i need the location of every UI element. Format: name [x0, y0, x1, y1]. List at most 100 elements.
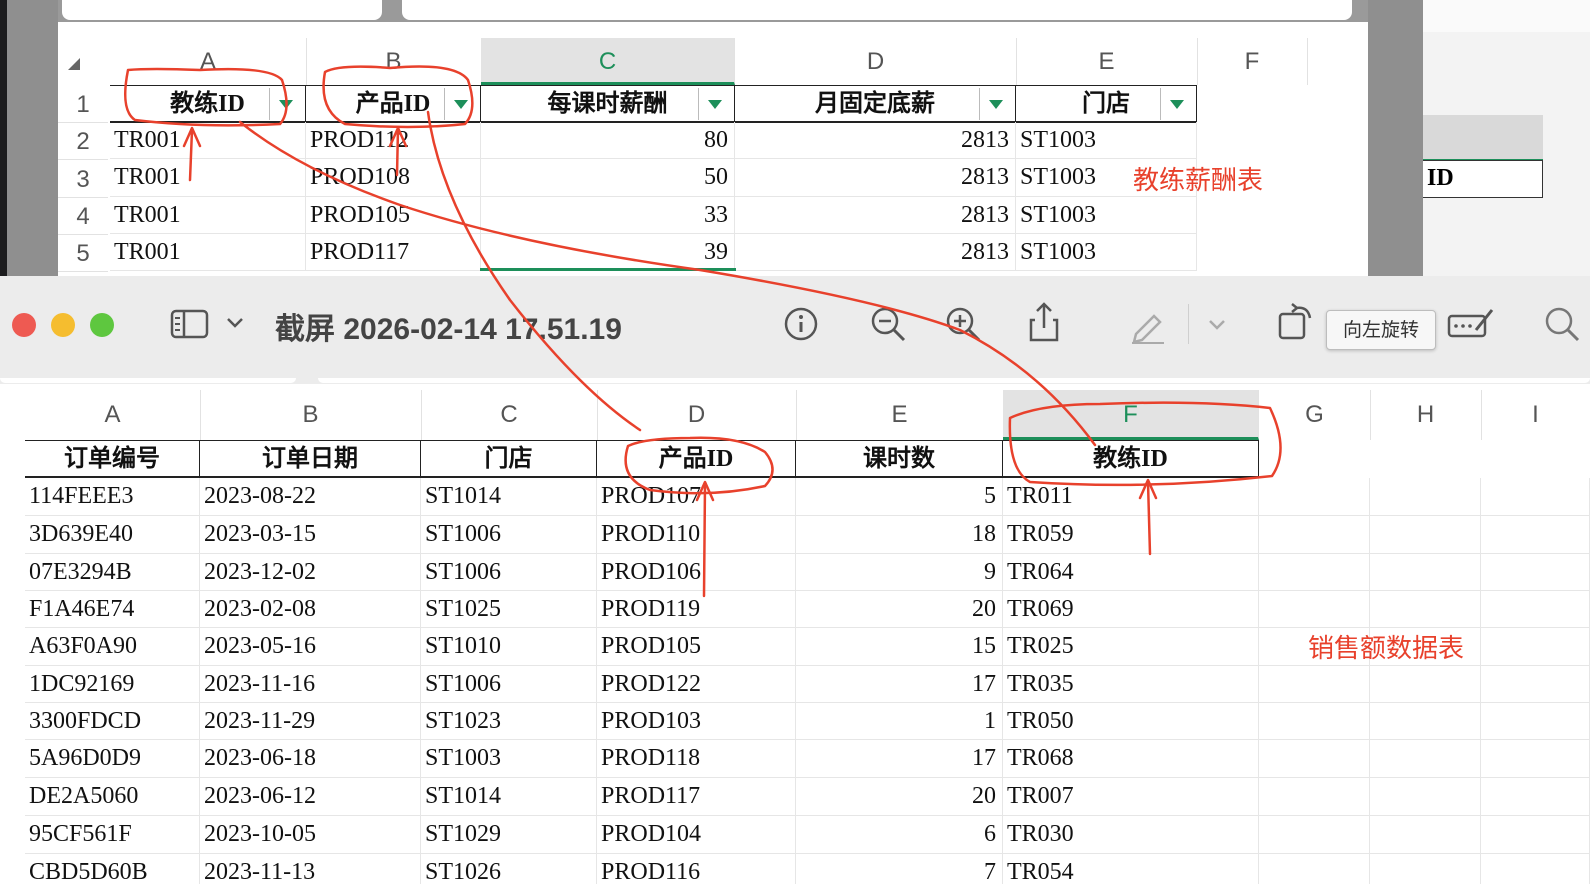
table-cell[interactable]: 2023-03-15	[200, 516, 421, 554]
filter-dropdown-icon[interactable]	[269, 88, 302, 120]
table-cell[interactable]: 2023-11-16	[200, 666, 421, 703]
table-cell[interactable]: PROD110	[597, 516, 796, 554]
empty-cell[interactable]	[1259, 591, 1370, 628]
empty-cell[interactable]	[1481, 703, 1590, 740]
table-cell[interactable]: 5A96D0D9	[25, 740, 200, 778]
empty-cell[interactable]	[1481, 666, 1590, 703]
empty-cell[interactable]	[1370, 816, 1481, 854]
table-cell[interactable]: PROD104	[597, 816, 796, 854]
table-cell[interactable]: ST1026	[421, 854, 597, 884]
column-header-d[interactable]: D	[735, 38, 1017, 85]
table-cell[interactable]: PROD112	[306, 122, 481, 159]
empty-cell[interactable]	[1370, 703, 1481, 740]
table-cell[interactable]: ST1006	[421, 666, 597, 703]
table-cell[interactable]: TR050	[1003, 703, 1259, 740]
empty-cell[interactable]	[1481, 628, 1590, 666]
table-cell[interactable]: ST1003	[421, 740, 597, 778]
table-cell[interactable]: PROD106	[597, 554, 796, 591]
table-cell[interactable]: 07E3294B	[25, 554, 200, 591]
table-cell[interactable]: 5	[796, 478, 1003, 516]
table-cell[interactable]: 7	[796, 854, 1003, 884]
table-cell[interactable]: ST1010	[421, 628, 597, 666]
table-cell[interactable]: 3D639E40	[25, 516, 200, 554]
chevron-down-icon[interactable]	[1208, 318, 1226, 332]
row-header-2[interactable]: 2	[58, 122, 108, 160]
table-cell[interactable]: 2023-12-02	[200, 554, 421, 591]
column-header-g[interactable]: G	[1259, 390, 1371, 440]
empty-cell[interactable]	[1370, 554, 1481, 591]
table-cell[interactable]: ST1014	[421, 778, 597, 816]
table-cell[interactable]: PROD122	[597, 666, 796, 703]
row-header-4[interactable]: 4	[58, 197, 108, 235]
table-cell[interactable]: 17	[796, 666, 1003, 703]
adjacent-header-cell[interactable]: ID	[1423, 160, 1543, 198]
filter-dropdown-icon[interactable]	[698, 88, 731, 120]
sheet-tab[interactable]	[62, 0, 382, 20]
column-header-h[interactable]: H	[1370, 390, 1482, 440]
table-cell[interactable]: ST1003	[1016, 197, 1197, 234]
header-cell-coach-id[interactable]: 教练ID	[110, 85, 306, 123]
empty-cell[interactable]	[1481, 478, 1590, 516]
table-cell[interactable]: PROD105	[306, 197, 481, 234]
table-cell[interactable]: PROD116	[597, 854, 796, 884]
table-cell[interactable]: TR068	[1003, 740, 1259, 778]
table-cell[interactable]: TR069	[1003, 591, 1259, 628]
table-cell[interactable]: 1DC92169	[25, 666, 200, 703]
header-cell-base-salary[interactable]: 月固定底薪	[735, 85, 1016, 123]
table-cell[interactable]: 9	[796, 554, 1003, 591]
empty-cell[interactable]	[1259, 816, 1370, 854]
table-cell[interactable]: F1A46E74	[25, 591, 200, 628]
table-cell[interactable]: 50	[481, 159, 735, 197]
table-cell[interactable]: 2813	[735, 234, 1016, 271]
header-cell[interactable]: 门店	[421, 440, 597, 478]
table-cell[interactable]: 2023-11-13	[200, 854, 421, 884]
header-cell-product-id[interactable]: 产品ID	[306, 85, 481, 123]
empty-cell[interactable]	[1259, 740, 1370, 778]
table-cell[interactable]: TR025	[1003, 628, 1259, 666]
table-cell[interactable]: PROD105	[597, 628, 796, 666]
table-cell[interactable]: ST1003	[1016, 234, 1197, 271]
table-cell[interactable]: 95CF561F	[25, 816, 200, 854]
markup-pen-icon[interactable]	[1128, 304, 1168, 344]
table-cell[interactable]: 20	[796, 591, 1003, 628]
empty-cell[interactable]	[1259, 554, 1370, 591]
empty-cell[interactable]	[1481, 778, 1590, 816]
table-cell[interactable]: TR001	[110, 234, 306, 271]
table-cell[interactable]: TR030	[1003, 816, 1259, 854]
close-button[interactable]	[12, 313, 36, 337]
table-cell[interactable]: TR054	[1003, 854, 1259, 884]
table-cell[interactable]: ST1003	[1016, 122, 1197, 159]
table-cell[interactable]: TR001	[110, 197, 306, 234]
table-cell[interactable]: ST1029	[421, 816, 597, 854]
header-cell-hourly-pay[interactable]: 每课时薪酬	[481, 85, 735, 123]
table-cell[interactable]: TR001	[110, 159, 306, 197]
column-header-a[interactable]: A	[25, 390, 201, 440]
header-cell[interactable]: 课时数	[796, 440, 1003, 478]
column-header-a[interactable]: A	[110, 38, 307, 85]
zoom-out-icon[interactable]	[870, 306, 908, 344]
table-cell[interactable]: ST1006	[421, 554, 597, 591]
table-cell[interactable]: 1	[796, 703, 1003, 740]
row-header-3[interactable]: 3	[58, 159, 108, 198]
empty-cell[interactable]	[1259, 666, 1370, 703]
empty-cell[interactable]	[1370, 591, 1481, 628]
table-cell[interactable]: PROD107	[597, 478, 796, 516]
rotate-left-icon[interactable]	[1276, 300, 1316, 342]
table-cell[interactable]: CBD5D60B	[25, 854, 200, 884]
table-cell[interactable]: TR007	[1003, 778, 1259, 816]
empty-cell[interactable]	[1481, 854, 1590, 884]
table-cell[interactable]: 2023-06-18	[200, 740, 421, 778]
table-cell[interactable]: PROD117	[306, 234, 481, 271]
column-header-b[interactable]: B	[200, 390, 422, 440]
column-header-i[interactable]: I	[1481, 390, 1590, 440]
header-cell[interactable]: 订单编号	[25, 440, 200, 478]
table-cell[interactable]: TR011	[1003, 478, 1259, 516]
header-cell-store[interactable]: 门店	[1016, 85, 1197, 123]
table-cell[interactable]: 39	[481, 234, 735, 271]
table-cell[interactable]: 15	[796, 628, 1003, 666]
form-fill-icon[interactable]	[1446, 304, 1496, 344]
share-icon[interactable]	[1027, 300, 1061, 344]
table-cell[interactable]: 114FEEE3	[25, 478, 200, 516]
filter-dropdown-icon[interactable]	[444, 88, 477, 120]
column-header-f[interactable]: F	[1003, 390, 1259, 440]
